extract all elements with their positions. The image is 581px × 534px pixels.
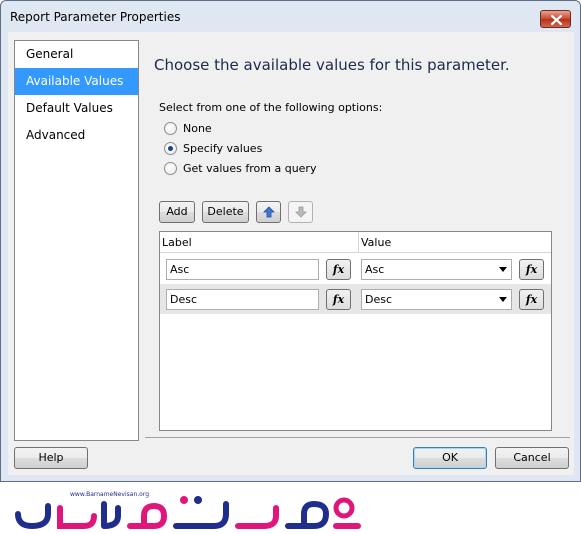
column-divider [358,232,359,253]
table-row: Desc fx Desc fx [160,284,551,314]
close-icon [551,15,562,25]
value-combobox[interactable]: Desc [361,289,512,310]
site-logo-image: www.BarnameNevisan.org [15,491,361,530]
arrow-down-icon [295,206,307,218]
sidebar-item-general[interactable]: General [15,41,138,68]
footer-divider [145,437,570,438]
grid-header: Label Value [160,232,551,253]
value-combobox-text: Desc [365,293,393,306]
delete-button[interactable]: Delete [202,201,249,223]
value-expression-button[interactable]: fx [519,259,544,280]
move-down-button[interactable] [288,201,313,223]
value-expression-button[interactable]: fx [519,289,544,310]
title-bar[interactable]: Report Parameter Properties [1,1,580,31]
radio-button[interactable] [164,122,177,135]
window-title: Report Parameter Properties [10,10,181,24]
values-grid: Label Value Asc fx Asc fx Desc fx Desc f… [159,231,552,431]
sidebar-item-available-values[interactable]: Available Values [15,68,138,95]
close-button[interactable] [540,10,571,28]
value-combobox-text: Asc [365,263,385,276]
logo-url-text: www.BarnameNevisan.org [70,491,149,498]
column-header-value[interactable]: Value [361,236,391,249]
arrow-up-icon [263,206,275,218]
radio-label: Specify values [183,142,263,155]
sidebar-item-advanced[interactable]: Advanced [15,122,138,149]
value-combobox[interactable]: Asc [361,259,512,280]
page-heading: Choose the available values for this par… [154,56,510,74]
ok-button[interactable]: OK [413,447,487,469]
dialog-window: Report Parameter Properties General Avai… [0,0,581,482]
label-expression-button[interactable]: fx [326,259,351,280]
radio-button-checked[interactable] [164,142,177,155]
options-label: Select from one of the following options… [159,101,383,114]
move-up-button[interactable] [256,201,281,223]
help-button[interactable]: Help [14,447,88,469]
column-header-label[interactable]: Label [162,236,192,249]
label-expression-button[interactable]: fx [326,289,351,310]
radio-label: None [183,122,212,135]
site-logo: www.BarnameNevisan.org [14,486,364,534]
table-row: Asc fx Asc fx [160,254,551,284]
label-field[interactable]: Desc [166,289,319,310]
radio-button[interactable] [164,162,177,175]
chevron-down-icon [499,297,507,302]
sidebar-item-default-values[interactable]: Default Values [15,95,138,122]
dialog-client: General Available Values Default Values … [8,32,574,475]
chevron-down-icon [499,267,507,272]
add-button[interactable]: Add [159,201,195,223]
sidebar-nav: General Available Values Default Values … [14,40,139,441]
label-field[interactable]: Asc [166,259,319,280]
radio-label: Get values from a query [183,162,317,175]
cancel-button[interactable]: Cancel [495,447,569,469]
